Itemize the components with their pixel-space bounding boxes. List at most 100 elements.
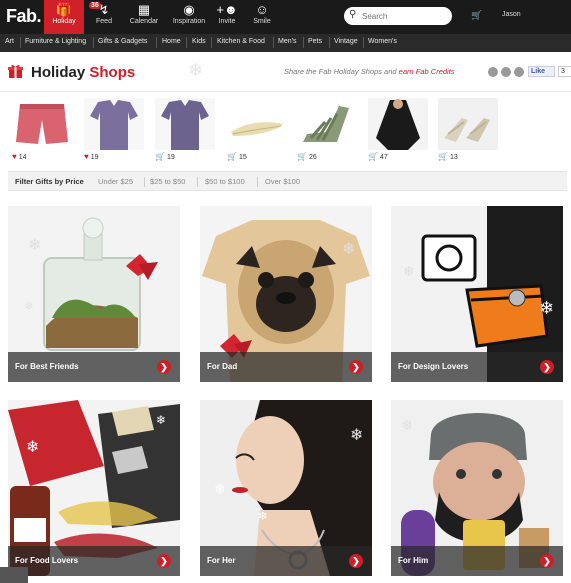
earn-credits-link[interactable]: earn Fab Credits (399, 67, 455, 76)
category-womens[interactable]: Women's (368, 38, 397, 45)
cart-icon[interactable]: 🛒 (438, 152, 448, 161)
svg-text:❄: ❄ (24, 299, 34, 313)
nav-inspiration[interactable]: ◉ Inspiration (167, 0, 211, 34)
facebook-icon[interactable] (514, 67, 524, 77)
like-label: Like (531, 68, 546, 75)
search-box[interactable]: ⚲ (344, 7, 452, 25)
product-thumb[interactable]: ♥ 19 (84, 98, 144, 161)
divider (144, 177, 145, 187)
svg-text:❄: ❄ (26, 437, 39, 456)
svg-text:❄: ❄ (539, 298, 554, 319)
search-input[interactable] (362, 10, 446, 22)
player-control-icon[interactable] (0, 567, 28, 583)
heart-icon[interactable]: ♥ (84, 152, 89, 161)
nav-invite[interactable]: +☻ Invite (207, 0, 247, 34)
gift-category-dad[interactable]: ❄ For Dad ❯ (200, 206, 372, 382)
category-art[interactable]: Art (5, 38, 14, 45)
product-image-heels (438, 98, 498, 150)
product-thumb[interactable]: 🛒 15 (227, 98, 287, 161)
arrow-right-icon[interactable]: ❯ (540, 554, 554, 568)
category-pets[interactable]: Pets (308, 38, 322, 45)
tile-label: For Design Lovers (398, 362, 469, 371)
holiday-shops-header: Holiday Shops ❄ Share the Fab Holiday Sh… (0, 52, 571, 92)
divider (329, 37, 330, 48)
arrow-right-icon[interactable]: ❯ (157, 360, 171, 374)
smile-icon: ☺ (255, 2, 269, 17)
gift-category-him[interactable]: ❄ For Him ❯ (391, 400, 563, 576)
svg-text:❄: ❄ (342, 239, 355, 258)
gift-icon: 🎁 (55, 2, 73, 17)
svg-text:❄: ❄ (401, 418, 413, 434)
fab-logo[interactable]: Fab. (6, 6, 42, 27)
svg-text:❄: ❄ (214, 482, 226, 498)
filter-50-to-100[interactable]: $50 to $100 (205, 177, 245, 186)
product-thumb[interactable]: 🛒 26 (297, 98, 357, 161)
price-filter-bar: Filter Gifts by Price Under $25 $25 to $… (8, 171, 567, 191)
tile-caption: For Dad ❯ (200, 352, 372, 382)
tile-caption: For Best Friends ❯ (8, 352, 180, 382)
filter-25-to-50[interactable]: $25 to $50 (150, 177, 185, 186)
filter-over-100[interactable]: Over $100 (265, 177, 300, 186)
tile-label: For Her (207, 556, 236, 565)
user-name[interactable]: Jason (502, 11, 521, 18)
svg-text:❄: ❄ (403, 264, 415, 280)
product-thumb[interactable]: 🛒 13 (438, 98, 498, 161)
divider (257, 177, 258, 187)
category-kids[interactable]: Kids (192, 38, 206, 45)
cart-icon[interactable]: 🛒 (227, 152, 237, 161)
product-thumb[interactable]: ♥ 14 (12, 98, 72, 161)
nav-calendar[interactable]: ▦ Calendar (124, 0, 164, 34)
divider (363, 37, 364, 48)
divider (211, 37, 212, 48)
like-count: 3 (558, 66, 571, 77)
arrow-right-icon[interactable]: ❯ (349, 554, 363, 568)
search-icon: ⚲ (349, 9, 357, 20)
tile-caption: For Her ❯ (200, 546, 372, 576)
category-gifts-gadgets[interactable]: Gifts & Gadgets (98, 38, 147, 45)
category-mens[interactable]: Men's (278, 38, 296, 45)
gift-category-her[interactable]: ❄ ❄ ❄ For Her ❯ (200, 400, 372, 576)
gift-category-design-lovers[interactable]: ❄ ❄ For Design Lovers ❯ (391, 206, 563, 382)
facebook-like-button[interactable]: Like (528, 66, 555, 77)
product-thumb[interactable]: 🛒 47 (368, 98, 428, 161)
category-kitchen-food[interactable]: Kitchen & Food (217, 38, 265, 45)
cart-icon[interactable]: 🛒 (471, 10, 482, 21)
product-image-black-top (368, 98, 428, 150)
product-image-shirt (84, 98, 144, 150)
divider (156, 37, 157, 48)
notification-badge[interactable]: 36 (89, 2, 101, 9)
twitter-icon[interactable] (488, 67, 498, 77)
tile-caption: For Food Lovers ❯ (8, 546, 180, 576)
cart-icon[interactable]: 🛒 (368, 152, 378, 161)
nav-holiday[interactable]: 🎁 Holiday (44, 0, 84, 34)
arrow-right-icon[interactable]: ❯ (349, 360, 363, 374)
gift-category-food-lovers[interactable]: ❄ ❄ For Food Lovers ❯ (8, 400, 180, 576)
product-thumb[interactable]: 🛒 19 (155, 98, 215, 161)
page-title: Holiday Shops (31, 64, 136, 81)
divider (93, 37, 94, 48)
product-image-flats (227, 98, 287, 150)
cart-icon[interactable]: 🛒 (297, 152, 307, 161)
divider (197, 177, 198, 187)
tile-label: For Best Friends (15, 362, 79, 371)
arrow-right-icon[interactable]: ❯ (540, 360, 554, 374)
tile-label: For Dad (207, 362, 238, 371)
cart-icon[interactable]: 🛒 (155, 152, 165, 161)
tile-label: For Him (398, 556, 429, 565)
category-furniture-lighting[interactable]: Furniture & Lighting (25, 38, 86, 45)
tile-caption: For Him ❯ (391, 546, 563, 576)
gift-category-best-friends[interactable]: ❄ ❄ For Best Friends ❯ (8, 206, 180, 382)
category-vintage[interactable]: Vintage (334, 38, 358, 45)
category-home[interactable]: Home (162, 38, 181, 45)
nav-smile[interactable]: ☺ Smile (242, 0, 282, 34)
filter-under-25[interactable]: Under $25 (98, 177, 133, 186)
divider (20, 37, 21, 48)
heart-icon[interactable]: ♥ (12, 152, 17, 161)
tile-label: For Food Lovers (15, 556, 79, 565)
divider (303, 37, 304, 48)
pinterest-icon[interactable] (501, 67, 511, 77)
snowflake-icon: ❄ (188, 60, 204, 80)
arrow-right-icon[interactable]: ❯ (157, 554, 171, 568)
divider (273, 37, 274, 48)
invite-icon: +☻ (216, 2, 238, 17)
